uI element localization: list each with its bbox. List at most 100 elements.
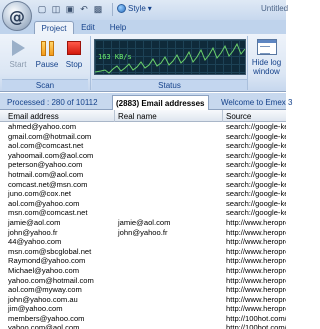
- new-icon[interactable]: ▢: [36, 3, 48, 15]
- source-cell: http://www.heropro: [226, 304, 286, 314]
- play-icon: [11, 40, 25, 56]
- scan-group-label: Scan: [2, 79, 88, 90]
- open-icon[interactable]: ◫: [50, 3, 62, 15]
- style-icon: [117, 4, 126, 13]
- pause-icon: [40, 40, 54, 56]
- source-cell: search://google-ke: [226, 179, 286, 189]
- source-cell: http://www.heropro: [226, 294, 286, 304]
- email-cell: Raymond@yahoo.com: [8, 256, 86, 266]
- window-icon: [256, 39, 277, 55]
- source-cell: http://www.heropro: [226, 237, 286, 247]
- email-cell: 44@yahoo.com: [8, 237, 62, 247]
- stop-label: Stop: [65, 60, 83, 69]
- source-cell: http://www.heropro: [226, 217, 286, 227]
- print-icon[interactable]: ▩: [92, 3, 104, 15]
- start-button[interactable]: Start: [6, 36, 30, 76]
- hide-log-label-line1: Hide log: [251, 58, 282, 67]
- source-cell: http://www.heropro: [226, 265, 286, 275]
- style-label: Style: [128, 4, 146, 13]
- quick-access-divider: [112, 3, 113, 16]
- email-cell: aol.com@myway.com: [8, 285, 82, 295]
- real-name-cell: john@yahoo.fr: [118, 227, 168, 237]
- tab-help[interactable]: Help: [104, 21, 132, 34]
- tab-project[interactable]: Project: [34, 21, 74, 34]
- table-row[interactable]: john@yahoo.com.au http://www.heropro: [0, 295, 286, 305]
- tab-processed[interactable]: Processed : 280 of 10112: [4, 95, 101, 110]
- hide-log-label-line2: window: [253, 67, 280, 76]
- source-cell: http://www.heropro: [226, 246, 286, 256]
- pause-label: Pause: [35, 60, 59, 69]
- hide-log-window-button[interactable]: Hide log window: [249, 36, 284, 88]
- email-cell: msn.com@comcast.net: [8, 208, 88, 218]
- column-header-source[interactable]: Source: [223, 110, 286, 122]
- ribbon: Start Pause Stop Scan 163 KB/s Status Hi…: [0, 34, 286, 92]
- table-body: ahmed@yahoo.com search://google-ke gmail.c…: [0, 122, 286, 329]
- source-cell: search://google-ke: [226, 169, 286, 179]
- ribbon-tab-row: Project Edit Help: [0, 20, 286, 34]
- email-cell: Michael@yahoo.com: [8, 265, 80, 275]
- table-row[interactable]: aol.com@comcast.net search://google-ke: [0, 141, 286, 151]
- column-header-real-name[interactable]: Real name: [115, 110, 223, 122]
- email-cell: john@yahoo.fr: [8, 227, 58, 237]
- source-cell: search://google-ke: [226, 131, 286, 141]
- email-cell: juno.com@cox.net: [8, 189, 72, 199]
- tab-email-addresses[interactable]: (2883) Email addresses: [112, 95, 209, 110]
- undo-icon[interactable]: ↶: [78, 3, 90, 15]
- email-cell: gmail.com@hotmail.com: [8, 131, 92, 141]
- group-divider: [90, 36, 91, 90]
- email-cell: aol.com@comcast.net: [8, 141, 84, 151]
- group-divider: [247, 36, 248, 90]
- app-logo-icon: @: [9, 6, 25, 26]
- email-cell: hotmail.com@aol.com: [8, 169, 84, 179]
- table-row[interactable]: msn.com@sbcglobal.net http://www.heropro: [0, 247, 286, 257]
- table-row[interactable]: yahoomail.com@aol.com search://google-ke: [0, 151, 286, 161]
- save-icon[interactable]: ▣: [64, 3, 76, 15]
- stop-button[interactable]: Stop: [62, 36, 86, 76]
- email-cell: yahoo.com@aol.com: [8, 323, 80, 329]
- start-label: Start: [9, 60, 27, 69]
- tab-edit[interactable]: Edit: [74, 21, 102, 34]
- table-row[interactable]: hotmail.com@aol.com search://google-ke: [0, 170, 286, 180]
- table-row[interactable]: members@yahoo.com http://100hot.com/n: [0, 314, 286, 324]
- email-cell: ahmed@yahoo.com: [8, 122, 77, 131]
- stop-icon: [67, 41, 81, 55]
- source-cell: http://100hot.com/n: [226, 313, 286, 323]
- status-graph: 163 KB/s: [94, 39, 246, 75]
- source-cell: http://www.heropro: [226, 275, 286, 285]
- speed-readout: 163 KB/s: [98, 53, 132, 61]
- table-row[interactable]: aol.com@myway.com http://www.heropro: [0, 285, 286, 295]
- source-cell: search://google-ke: [226, 160, 286, 170]
- table-row[interactable]: Raymond@yahoo.com http://www.heropro: [0, 256, 286, 266]
- table-row[interactable]: Michael@yahoo.com http://www.heropro: [0, 266, 286, 276]
- results-tab-strip: Processed : 280 of 10112 (2883) Email ad…: [0, 93, 292, 110]
- tab-welcome[interactable]: Welcome to Emex 3: [218, 95, 295, 110]
- table-row[interactable]: juno.com@cox.net search://google-ke: [0, 189, 286, 199]
- application-button[interactable]: @: [2, 1, 32, 31]
- table-row[interactable]: john@yahoo.fr john@yahoo.fr http://www.her…: [0, 228, 286, 238]
- source-cell: search://google-ke: [226, 122, 286, 131]
- source-cell: http://www.heropro: [226, 227, 286, 237]
- table-row[interactable]: aol.com@yahoo.com search://google-ke: [0, 199, 286, 209]
- table-row[interactable]: jamie@aol.com jamie@aol.com http://www.her…: [0, 218, 286, 228]
- real-name-cell: jamie@aol.com: [118, 217, 171, 227]
- source-cell: http://100hot.com/n: [226, 323, 286, 329]
- email-cell: msn.com@sbcglobal.net: [8, 246, 92, 256]
- source-cell: search://google-ke: [226, 189, 286, 199]
- table-row[interactable]: yahoo.com@hotmail.com http://www.heropro: [0, 276, 286, 286]
- style-menu-button[interactable]: Style ▾: [117, 4, 152, 13]
- table-row[interactable]: comcast.net@msn.com search://google-ke: [0, 180, 286, 190]
- column-header-email[interactable]: Email address: [5, 110, 115, 122]
- table-row[interactable]: jim@yahoo.com http://www.heropro: [0, 304, 286, 314]
- email-cell: yahoo.com@hotmail.com: [8, 275, 94, 285]
- table-row[interactable]: ahmed@yahoo.com search://google-ke: [0, 122, 286, 132]
- source-cell: search://google-ke: [226, 208, 286, 218]
- source-cell: search://google-ke: [226, 198, 286, 208]
- table-row[interactable]: yahoo.com@aol.com http://100hot.com/n: [0, 323, 286, 329]
- table-row[interactable]: gmail.com@hotmail.com search://google-ke: [0, 132, 286, 142]
- source-cell: http://www.heropro: [226, 256, 286, 266]
- table-row[interactable]: msn.com@comcast.net search://google-ke: [0, 208, 286, 218]
- pause-button[interactable]: Pause: [34, 36, 60, 76]
- email-cell: jamie@aol.com: [8, 217, 61, 227]
- table-row[interactable]: 44@yahoo.com http://www.heropro: [0, 237, 286, 247]
- table-row[interactable]: peterson@yahoo.com search://google-ke: [0, 160, 286, 170]
